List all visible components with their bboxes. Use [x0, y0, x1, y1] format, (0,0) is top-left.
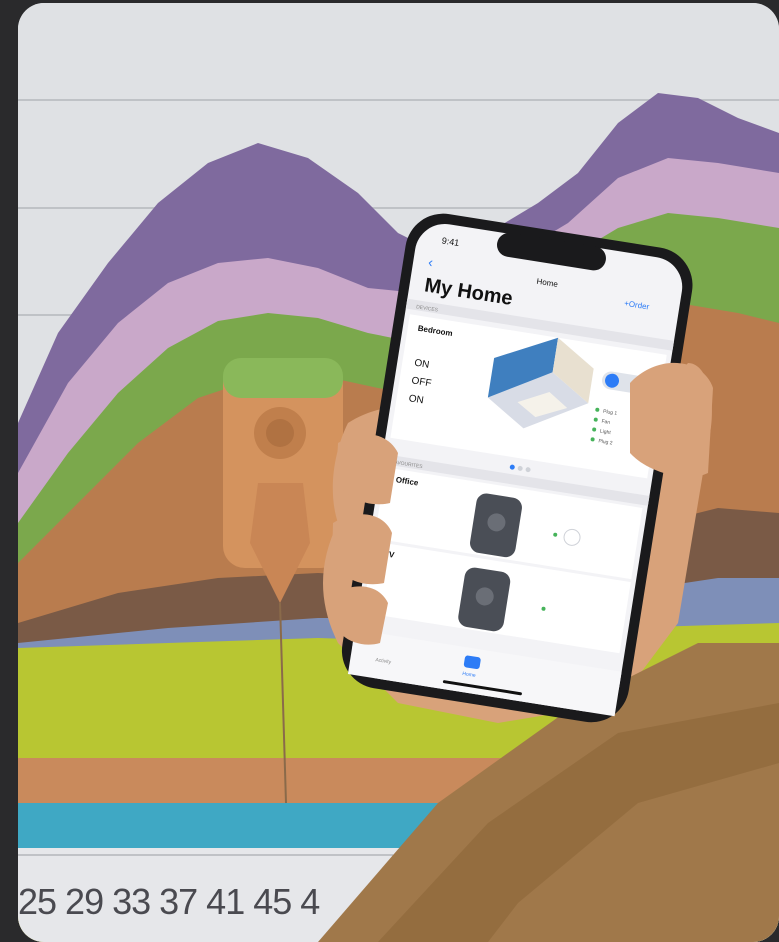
photo-scene: 9:41 ‹ Home +Order My Home DEVICES Bedro… [18, 3, 779, 942]
photo-frame: 9:41 ‹ Home +Order My Home DEVICES Bedro… [18, 3, 779, 942]
axis-tick-labels: 25 29 33 37 41 45 4 [18, 881, 320, 922]
status-on-2: ON [408, 393, 425, 406]
status-on-1: ON [413, 358, 430, 371]
